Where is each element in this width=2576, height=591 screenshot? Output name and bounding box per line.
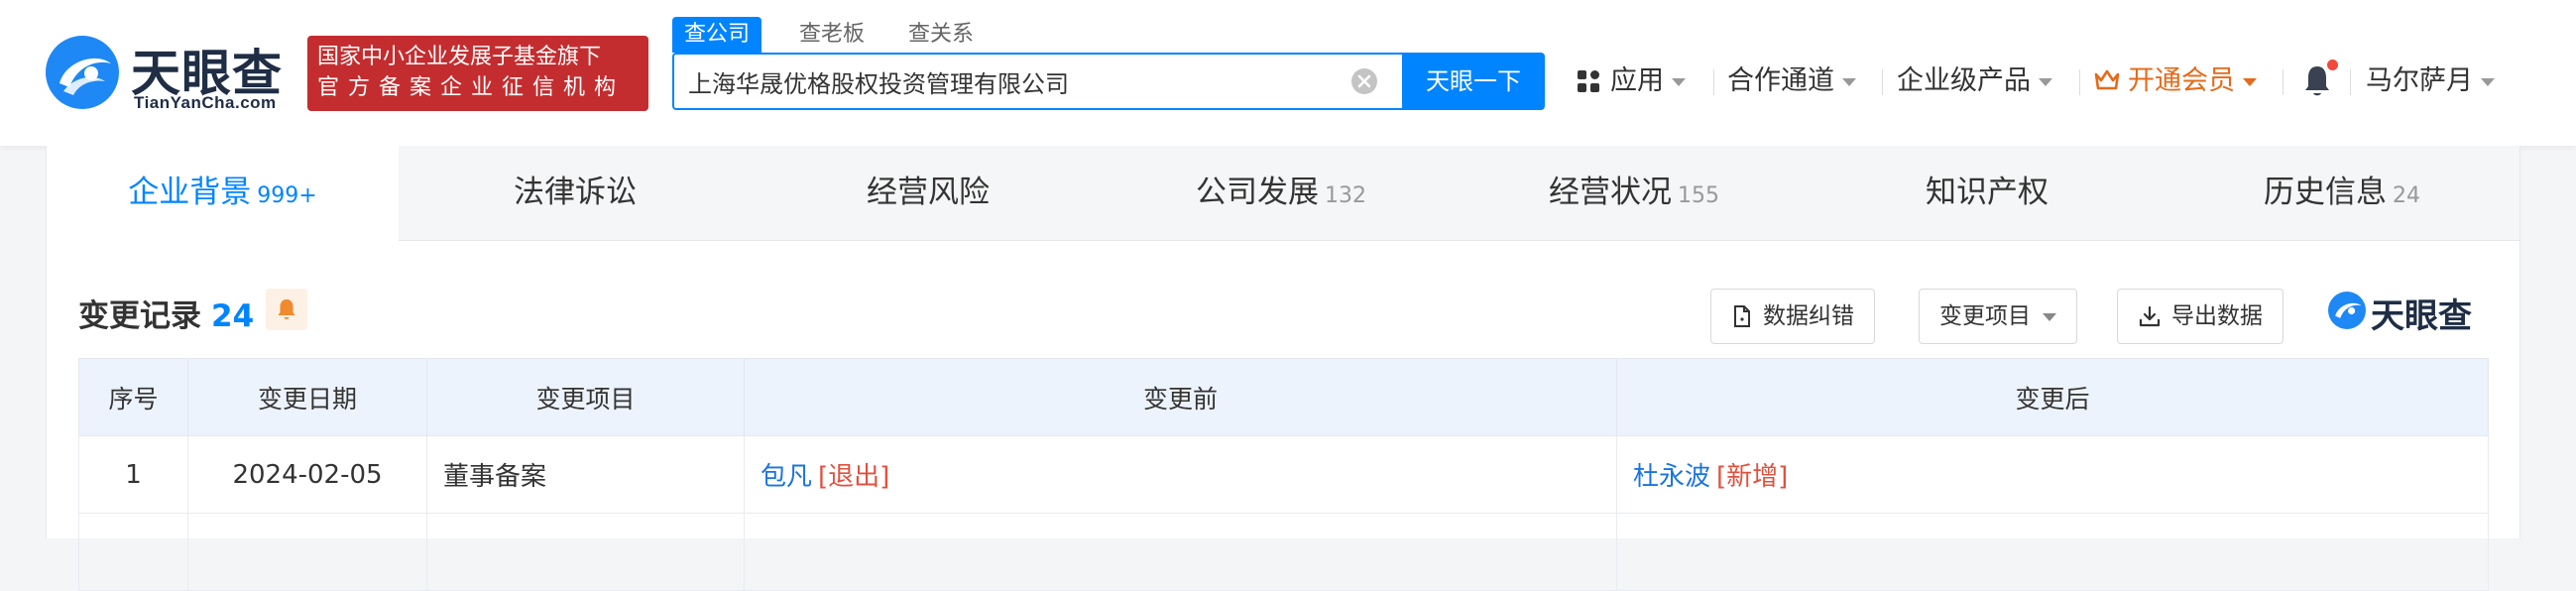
tab-label: 企业背景	[128, 175, 252, 210]
tianyancha-logo-icon	[46, 36, 119, 109]
status-tag-exit: [退出]	[818, 462, 890, 492]
tab-legal-litigation[interactable]: 法律诉讼	[399, 146, 752, 241]
export-data-label: 导出数据	[2171, 303, 2263, 329]
tab-label: 历史信息	[2264, 175, 2387, 210]
section-count: 24	[211, 298, 255, 334]
data-correction-label: 数据纠错	[1763, 303, 1854, 329]
government-badge: 国家中小企业发展子基金旗下 官方备案企业征信机构	[307, 36, 648, 111]
tab-company-development[interactable]: 公司发展 132	[1105, 146, 1458, 241]
nav-apps[interactable]: 应用	[1577, 61, 1686, 101]
chevron-down-icon	[1842, 77, 1856, 86]
change-record-card: 变更记录 24 数据纠错 变更项目 导出数据 天眼查 序号 变更日期 变更项目 …	[46, 241, 2520, 591]
section-title-text: 变更记录	[78, 298, 201, 334]
table-row: 1 2024-02-05 董事备案 包凡 [退出] 杜永波 [新增]	[78, 435, 2489, 514]
monitor-alert-button[interactable]	[266, 289, 307, 330]
gov-badge-line1: 国家中小企业发展子基金旗下	[317, 45, 602, 69]
column-header-before: 变更前	[744, 358, 1617, 436]
tianyancha-logo[interactable]: 天眼查 TianYanCha.com	[44, 30, 301, 119]
change-item-filter[interactable]: 变更项目	[1919, 289, 2077, 344]
nav-enterprise-products[interactable]: 企业级产品	[1897, 61, 2052, 101]
search-input[interactable]	[688, 55, 1333, 108]
chevron-down-icon	[2039, 77, 2052, 86]
nav-enterprise-label: 企业级产品	[1897, 65, 2031, 96]
tab-business-risk[interactable]: 经营风险	[752, 146, 1105, 241]
change-record-table: 序号 变更日期 变更项目 变更前 变更后 1 2024-02-05 董事备案 包…	[78, 358, 2489, 591]
export-data-button[interactable]: 导出数据	[2117, 289, 2283, 344]
tab-count: 999+	[257, 183, 317, 208]
notification-dot	[2327, 59, 2338, 70]
column-header-after: 变更后	[1616, 358, 2489, 436]
nav-user[interactable]: 马尔萨月	[2366, 61, 2495, 101]
cell-before: 包凡 [退出]	[744, 435, 1617, 514]
tab-label: 经营风险	[867, 175, 990, 210]
watermark-text: 天眼查	[2371, 296, 2472, 336]
tab-label: 法律诉讼	[514, 175, 637, 210]
search-box	[672, 53, 1402, 110]
download-icon	[2139, 305, 2161, 327]
gov-badge-line2: 官方备案企业征信机构	[317, 75, 626, 100]
cell-index: 1	[78, 435, 188, 514]
tab-enterprise-background[interactable]: 企业背景 999+	[47, 146, 399, 241]
tab-business-status[interactable]: 经营状况 155	[1458, 146, 1811, 241]
tab-history-info[interactable]: 历史信息 24	[2164, 146, 2520, 241]
bell-icon	[2305, 66, 2329, 96]
notification-bell[interactable]	[2302, 59, 2338, 101]
chevron-down-icon	[2481, 77, 2495, 86]
crown-icon	[2094, 69, 2120, 90]
document-icon	[1734, 305, 1750, 327]
table-row	[78, 513, 2489, 591]
section-title: 变更记录 24	[78, 291, 254, 335]
tianyancha-watermark: 天眼查	[2327, 289, 2496, 336]
chevron-down-icon	[1672, 77, 1686, 86]
tab-count: 155	[1678, 183, 1719, 208]
tab-label: 公司发展	[1196, 175, 1319, 210]
clear-search-icon[interactable]	[1350, 67, 1378, 95]
nav-user-label: 马尔萨月	[2366, 65, 2473, 96]
column-header-date: 变更日期	[187, 358, 427, 436]
nav-partner[interactable]: 合作通道	[1727, 61, 1856, 101]
cell-item: 董事备案	[426, 435, 745, 514]
top-navigation-bar: 天眼查 TianYanCha.com 国家中小企业发展子基金旗下 官方备案企业征…	[0, 0, 2576, 146]
nav-partner-label: 合作通道	[1727, 65, 1834, 96]
tianyancha-logo-icon	[2328, 292, 2366, 329]
search-tab-relation[interactable]: 查关系	[908, 17, 974, 53]
nav-divider	[1882, 69, 1883, 95]
nav-divider	[1713, 69, 1714, 95]
search-button[interactable]: 天眼一下	[1402, 53, 1545, 110]
status-tag-new: [新增]	[1716, 462, 1789, 492]
tab-count: 24	[2393, 183, 2420, 208]
apps-grid-icon	[1578, 70, 1599, 92]
bell-icon	[278, 299, 295, 319]
table-header-row: 序号 变更日期 变更项目 变更前 变更后	[78, 358, 2489, 436]
search-tab-company[interactable]: 查公司	[672, 17, 762, 53]
company-section-tabs: 企业背景 999+ 法律诉讼 经营风险 公司发展 132 经营状况 155 知识产权 …	[46, 146, 2520, 241]
chevron-down-icon	[2243, 77, 2257, 86]
person-link[interactable]: 杜永波	[1633, 462, 1710, 492]
chevron-down-icon	[2043, 312, 2056, 321]
column-header-item: 变更项目	[426, 358, 745, 436]
nav-divider	[2079, 69, 2080, 95]
search-tab-boss[interactable]: 查老板	[799, 17, 865, 53]
column-header-index: 序号	[78, 358, 188, 436]
tab-count: 132	[1325, 183, 1366, 208]
logo-domain: TianYanCha.com	[134, 93, 277, 112]
cell-after: 杜永波 [新增]	[1616, 435, 2489, 514]
nav-divider	[2350, 69, 2351, 95]
change-item-filter-label: 变更项目	[1939, 303, 2031, 329]
tab-label: 经营状况	[1549, 175, 1672, 210]
nav-vip-label: 开通会员	[2128, 65, 2235, 96]
nav-vip[interactable]: 开通会员	[2094, 61, 2257, 101]
data-correction-button[interactable]: 数据纠错	[1710, 289, 1875, 344]
cell-date: 2024-02-05	[187, 435, 427, 514]
tab-label: 知识产权	[1926, 175, 2049, 210]
tab-intellectual-property[interactable]: 知识产权	[1811, 146, 2164, 241]
person-link[interactable]: 包凡	[761, 462, 812, 492]
nav-apps-label: 应用	[1610, 65, 1664, 96]
